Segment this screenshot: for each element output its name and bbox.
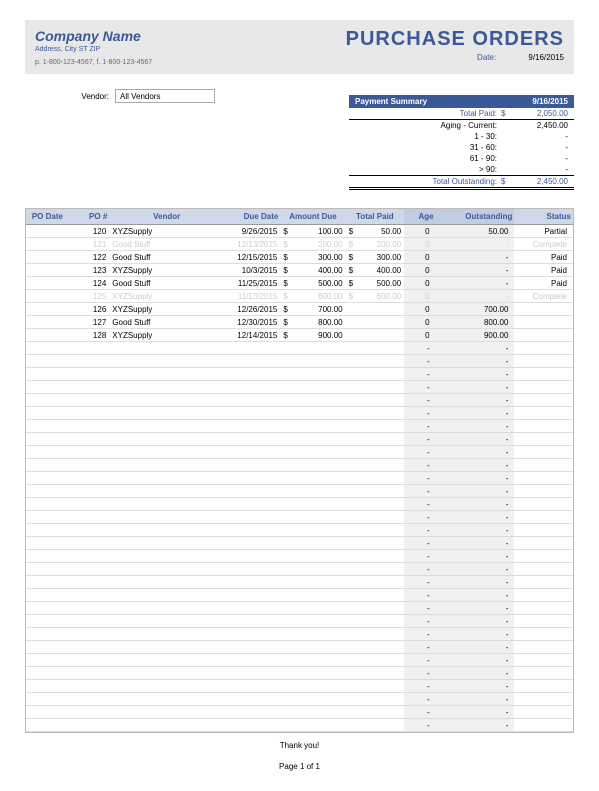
table-row[interactable]: 127Good Stuff12/30/2015$800.000800.00 — [26, 316, 573, 329]
table-row[interactable]: -- — [26, 459, 573, 472]
table-row[interactable]: -- — [26, 537, 573, 550]
column-header: Total Paid — [346, 209, 405, 225]
table-row[interactable]: -- — [26, 615, 573, 628]
column-header: Age — [404, 209, 436, 225]
table-row[interactable]: -- — [26, 576, 573, 589]
po-table: PO DatePO #VendorDue DateAmount DueTotal… — [25, 208, 574, 733]
column-header: PO Date — [26, 209, 69, 225]
date-value: 9/16/2015 — [528, 53, 564, 62]
table-row[interactable]: 121Good Stuff12/13/2015$200.00$200.000-C… — [26, 238, 573, 251]
column-header: Amount Due — [280, 209, 345, 225]
table-row[interactable]: -- — [26, 589, 573, 602]
column-header: PO # — [69, 209, 110, 225]
column-header: Outstanding — [436, 209, 515, 225]
table-row[interactable]: 124Good Stuff11/25/2015$500.00$500.000-P… — [26, 277, 573, 290]
column-header: Due Date — [224, 209, 280, 225]
summary-row: 31 - 60:- — [349, 142, 574, 153]
table-row[interactable]: 128XYZSupply12/14/2015$900.000900.00 — [26, 329, 573, 342]
table-row[interactable]: -- — [26, 680, 573, 693]
summary-row: > 90:- — [349, 164, 574, 175]
page-title: PURCHASE ORDERS — [346, 28, 564, 51]
table-row[interactable]: -- — [26, 407, 573, 420]
date-label: Date: — [477, 53, 496, 62]
table-row[interactable]: -- — [26, 472, 573, 485]
table-row[interactable]: -- — [26, 433, 573, 446]
header-block: Company Name Address, City ST ZIP p. 1-8… — [25, 20, 574, 74]
table-row[interactable]: -- — [26, 342, 573, 355]
table-row[interactable]: 123XYZSupply10/3/2015$400.00$400.000-Pai… — [26, 264, 573, 277]
table-row[interactable]: -- — [26, 485, 573, 498]
table-row[interactable]: -- — [26, 667, 573, 680]
table-row[interactable]: -- — [26, 498, 573, 511]
summary-title: Payment Summary — [355, 97, 427, 106]
table-row[interactable]: -- — [26, 524, 573, 537]
payment-summary: Payment Summary 9/16/2015 Total Paid:$2,… — [349, 95, 574, 190]
pager: Page 1 of 1 — [25, 762, 574, 771]
table-row[interactable]: -- — [26, 693, 573, 706]
vendor-label: Vendor: — [25, 92, 115, 101]
vendor-input[interactable] — [115, 89, 215, 103]
table-row[interactable]: -- — [26, 550, 573, 563]
summary-row: Total Paid:$2,050.00 — [349, 108, 574, 120]
table-row[interactable]: -- — [26, 394, 573, 407]
table-row[interactable]: -- — [26, 602, 573, 615]
summary-row: Aging - Current:2,450.00 — [349, 120, 574, 131]
summary-date: 9/16/2015 — [532, 97, 568, 106]
table-row[interactable]: -- — [26, 420, 573, 433]
table-row[interactable]: 126XYZSupply12/26/2015$700.000700.00 — [26, 303, 573, 316]
column-header: Vendor — [109, 209, 224, 225]
table-row[interactable]: -- — [26, 719, 573, 732]
table-row[interactable]: -- — [26, 381, 573, 394]
table-row[interactable]: 122Good Stuff12/15/2015$300.00$300.000-P… — [26, 251, 573, 264]
table-row[interactable]: -- — [26, 641, 573, 654]
table-row[interactable]: -- — [26, 355, 573, 368]
table-row[interactable]: -- — [26, 563, 573, 576]
table-row[interactable]: -- — [26, 628, 573, 641]
summary-row: Total Outstanding:$2,450.00 — [349, 175, 574, 190]
summary-row: 61 - 90:- — [349, 153, 574, 164]
company-name: Company Name — [35, 28, 152, 44]
table-row[interactable]: 125XYZSupply11/13/2015$600.00$600.000-Co… — [26, 290, 573, 303]
table-row[interactable]: -- — [26, 446, 573, 459]
footer-thanks: Thank you! — [25, 741, 574, 750]
table-row[interactable]: 120XYZSupply9/26/2015$100.00$50.00050.00… — [26, 225, 573, 238]
table-row[interactable]: -- — [26, 368, 573, 381]
table-row[interactable]: -- — [26, 511, 573, 524]
company-phone: p. 1-800-123-4567, f. 1-800-123-4567 — [35, 59, 152, 66]
column-header: Status — [514, 209, 573, 225]
table-row[interactable]: -- — [26, 654, 573, 667]
table-row[interactable]: -- — [26, 706, 573, 719]
company-address: Address, City ST ZIP — [35, 46, 152, 53]
summary-row: 1 - 30:- — [349, 131, 574, 142]
